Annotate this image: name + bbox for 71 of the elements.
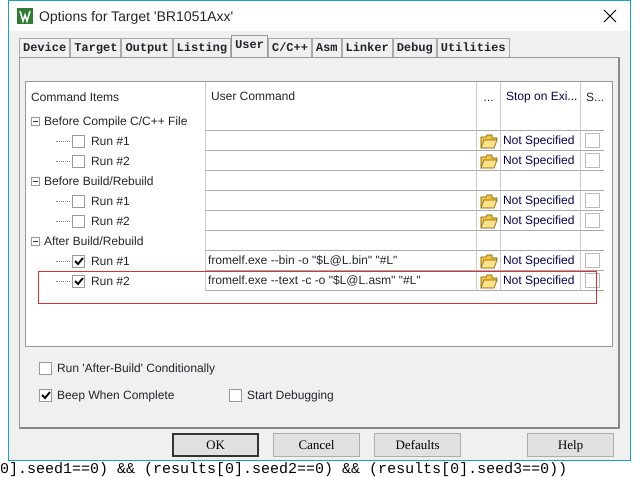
tree-item[interactable]: Before Compile C/C++ File <box>44 112 188 130</box>
stop-cell[interactable]: Not Specified <box>500 131 580 151</box>
tab[interactable]: Output <box>121 38 173 57</box>
tree-item[interactable]: Run #1 <box>91 252 130 270</box>
checkbox[interactable] <box>585 193 600 208</box>
folder-icon[interactable] <box>480 212 498 228</box>
column-header[interactable]: ... <box>476 82 500 111</box>
command-cell[interactable] <box>205 211 476 231</box>
command-cell[interactable] <box>205 151 476 171</box>
option-label[interactable]: Run 'After-Build' Conditionally <box>57 359 215 377</box>
close-icon <box>603 9 617 23</box>
collapse-icon[interactable] <box>31 176 40 186</box>
tree-item[interactable]: Run #2 <box>91 212 130 230</box>
checkbox[interactable] <box>585 213 600 228</box>
collapse-icon[interactable] <box>31 116 40 126</box>
stop-cell[interactable]: Not Specified <box>500 251 580 271</box>
stop-cell[interactable]: Not Specified <box>500 191 580 211</box>
checkbox[interactable] <box>39 388 52 402</box>
tree-item[interactable]: After Build/Rebuild <box>44 232 144 250</box>
checkbox[interactable] <box>585 153 600 168</box>
stop-cell[interactable]: Not Specified <box>500 151 580 171</box>
checkbox[interactable] <box>585 133 600 148</box>
folder-icon[interactable] <box>480 252 498 268</box>
folder-icon[interactable] <box>480 132 498 148</box>
stop-cell[interactable]: Not Specified <box>500 211 580 231</box>
folder-icon[interactable] <box>480 272 498 288</box>
checkbox[interactable] <box>72 274 85 288</box>
tab[interactable]: Listing <box>172 38 232 57</box>
column-header[interactable]: S... <box>580 82 604 111</box>
tree-item[interactable]: Run #2 <box>91 272 130 290</box>
option-label[interactable]: Beep When Complete <box>57 386 174 404</box>
window-title: Options for Target 'BR1051Axx' <box>39 6 234 26</box>
checkbox[interactable] <box>72 214 85 228</box>
code-line: 0].seed1==0) && (results[0].seed2==0) && (results[0].seed3==0)) <box>0 463 568 477</box>
folder-icon[interactable] <box>480 192 498 208</box>
checkbox[interactable] <box>585 273 600 288</box>
checkbox[interactable] <box>72 254 85 268</box>
checkbox[interactable] <box>39 362 52 374</box>
checkbox[interactable] <box>72 154 85 168</box>
dialog-button[interactable]: OK <box>172 433 259 457</box>
column-header[interactable]: User Command <box>205 82 476 111</box>
tab[interactable]: Debug <box>392 38 437 57</box>
stop-cell[interactable]: Not Specified <box>500 271 580 291</box>
tab[interactable]: Asm <box>312 38 342 57</box>
tree-item[interactable]: Run #1 <box>91 132 130 150</box>
folder-icon[interactable] <box>480 152 498 168</box>
checkbox[interactable] <box>585 253 600 268</box>
checkbox[interactable] <box>72 134 85 148</box>
command-cell[interactable] <box>205 131 476 151</box>
command-cell[interactable]: fromelf.exe --text -c -o "$L@L.asm" "#L" <box>205 271 476 291</box>
dialog-button[interactable]: Cancel <box>273 433 360 457</box>
tab[interactable]: Device <box>19 38 70 57</box>
tab[interactable]: User <box>231 35 268 57</box>
tree-item[interactable]: Run #2 <box>91 152 130 170</box>
collapse-icon[interactable] <box>31 236 40 246</box>
column-header[interactable]: Stop on Exi... <box>500 82 580 111</box>
checkbox[interactable] <box>229 388 242 402</box>
command-cell[interactable] <box>205 191 476 211</box>
checkbox[interactable] <box>72 194 85 208</box>
dialog-button[interactable]: Defaults <box>374 433 461 457</box>
tree-item[interactable]: Run #1 <box>91 192 130 210</box>
command-cell[interactable]: fromelf.exe --bin -o "$L@L.bin" "#L" <box>205 251 476 271</box>
app-icon <box>17 8 33 24</box>
tab[interactable]: C/C++ <box>268 38 312 57</box>
tree-item[interactable]: Before Build/Rebuild <box>44 172 154 190</box>
column-header[interactable]: Command Items <box>26 82 205 111</box>
option-label[interactable]: Start Debugging <box>247 386 334 404</box>
dialog-button[interactable]: Help <box>527 433 614 457</box>
tab[interactable]: Target <box>70 38 122 57</box>
tab[interactable]: Utilities <box>436 38 510 57</box>
tab[interactable]: Linker <box>342 38 393 57</box>
